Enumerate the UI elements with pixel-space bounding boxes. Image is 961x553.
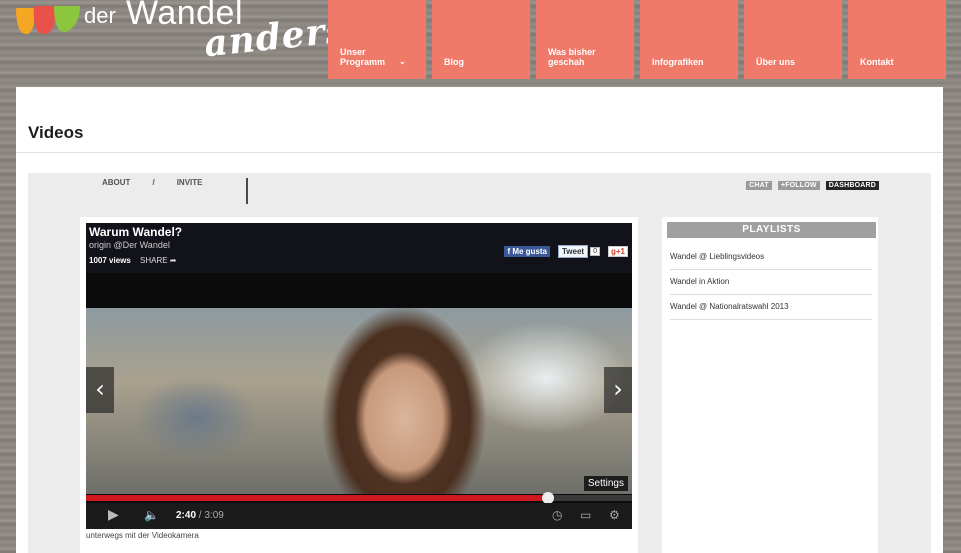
dashboard-button[interactable]: DASHBOARD xyxy=(825,181,879,190)
about-link[interactable]: ABOUT xyxy=(102,178,130,187)
nav-item-was-bisher-geschah[interactable]: Was bisher geschah xyxy=(536,0,634,79)
playlist-list: Wandel @ Lieblingsvideos Wandel in Aktio… xyxy=(670,245,872,320)
embed-links: ABOUT / INVITE xyxy=(102,178,202,187)
video-origin[interactable]: origin @Der Wandel xyxy=(89,240,170,250)
title-divider xyxy=(16,152,943,153)
video-player[interactable]: Warum Wandel? origin @Der Wandel 1007 vi… xyxy=(86,223,632,529)
logo-leaves-icon xyxy=(16,6,80,35)
playlist-item[interactable]: Wandel @ Nationalratswahl 2013 xyxy=(670,295,872,320)
embed-tags: CHAT +FOLLOW DASHBOARD xyxy=(746,181,879,190)
share-icon: ➦ xyxy=(169,256,177,265)
tweet-button[interactable]: Tweet xyxy=(558,245,589,258)
share-label: SHARE xyxy=(140,256,168,265)
tweet-count: 0 xyxy=(590,247,600,256)
time-total: / 3:09 xyxy=(198,510,224,521)
player-header: Warum Wandel? origin @Der Wandel 1007 vi… xyxy=(86,223,632,273)
tweet-group: Tweet 0 xyxy=(558,245,600,258)
chat-button[interactable]: CHAT xyxy=(746,181,772,190)
playlists-panel: PLAYLISTS Wandel @ Lieblingsvideos Wande… xyxy=(662,217,878,553)
nav-item-label: Blog xyxy=(444,57,464,67)
nav-item-label: Was bisher geschah xyxy=(548,47,596,67)
logo-der: der xyxy=(84,3,116,28)
nav-item-label: Infografiken xyxy=(652,57,704,67)
nav-item-label: Kontakt xyxy=(860,57,894,67)
embed-divider xyxy=(246,178,248,204)
nav-item-kontakt[interactable]: Kontakt xyxy=(848,0,946,79)
playlist-item[interactable]: Wandel in Aktion xyxy=(670,270,872,295)
settings-tooltip: Settings xyxy=(583,476,628,491)
watch-later-icon[interactable]: ◷ xyxy=(552,508,562,522)
main-nav: Unser Programm ⌄ Blog Was bisher geschah… xyxy=(328,0,946,79)
link-separator: / xyxy=(152,178,155,187)
player-controls: ▶ 🔈 2:40 / 3:09 ◷ ▭ ⚙ xyxy=(86,503,632,529)
size-icon[interactable]: ▭ xyxy=(580,508,591,522)
invite-link[interactable]: INVITE xyxy=(177,178,203,187)
chevron-down-icon: ⌄ xyxy=(399,57,406,66)
chevron-right-icon[interactable]: › xyxy=(604,367,632,413)
progress-fill xyxy=(86,495,549,501)
time-display: 2:40 / 3:09 xyxy=(176,510,224,521)
social-buttons: f Me gusta Tweet 0 g+1 xyxy=(504,245,628,258)
volume-icon[interactable]: 🔈 xyxy=(144,508,159,522)
playlist-item[interactable]: Wandel @ Lieblingsvideos xyxy=(670,245,872,270)
play-icon[interactable]: ▶ xyxy=(108,507,119,523)
gplus-button[interactable]: g+1 xyxy=(607,246,628,257)
chevron-left-icon[interactable]: ‹ xyxy=(86,367,114,413)
video-frame[interactable]: ‹ › Settings xyxy=(86,308,632,494)
progress-bar[interactable] xyxy=(86,492,632,504)
gplus-label: +1 xyxy=(615,247,625,256)
nav-item-unser-programm[interactable]: Unser Programm ⌄ xyxy=(328,0,426,79)
gear-icon[interactable]: ⚙ xyxy=(609,508,620,522)
view-count: 1007 views xyxy=(89,256,131,265)
follow-button[interactable]: +FOLLOW xyxy=(777,181,820,190)
share-button[interactable]: SHARE ➦ xyxy=(140,256,177,265)
facebook-like-button[interactable]: f Me gusta xyxy=(504,246,550,257)
facebook-label: Me gusta xyxy=(512,247,547,256)
nav-item-ueber-uns[interactable]: Über uns xyxy=(744,0,842,79)
nav-item-blog[interactable]: Blog xyxy=(432,0,530,79)
playlists-heading: PLAYLISTS xyxy=(667,222,876,238)
site-header: der Wandel anders Unser Programm ⌄ Blog … xyxy=(0,0,961,85)
video-embed: ABOUT / INVITE CHAT +FOLLOW DASHBOARD Wa… xyxy=(28,173,931,553)
player-frame: Warum Wandel? origin @Der Wandel 1007 vi… xyxy=(80,217,638,553)
video-caption: unterwegs mit der Videokamera xyxy=(86,531,199,540)
page-title: Videos xyxy=(28,123,84,142)
time-current: 2:40 xyxy=(176,510,197,521)
main-content: Videos ABOUT / INVITE CHAT +FOLLOW DASHB… xyxy=(16,87,943,553)
nav-item-infografiken[interactable]: Infografiken xyxy=(640,0,738,79)
nav-item-label: Unser Programm xyxy=(340,47,386,67)
site-logo[interactable]: der Wandel anders xyxy=(14,0,349,70)
video-title[interactable]: Warum Wandel? xyxy=(89,225,182,239)
nav-item-label: Über uns xyxy=(756,57,796,67)
